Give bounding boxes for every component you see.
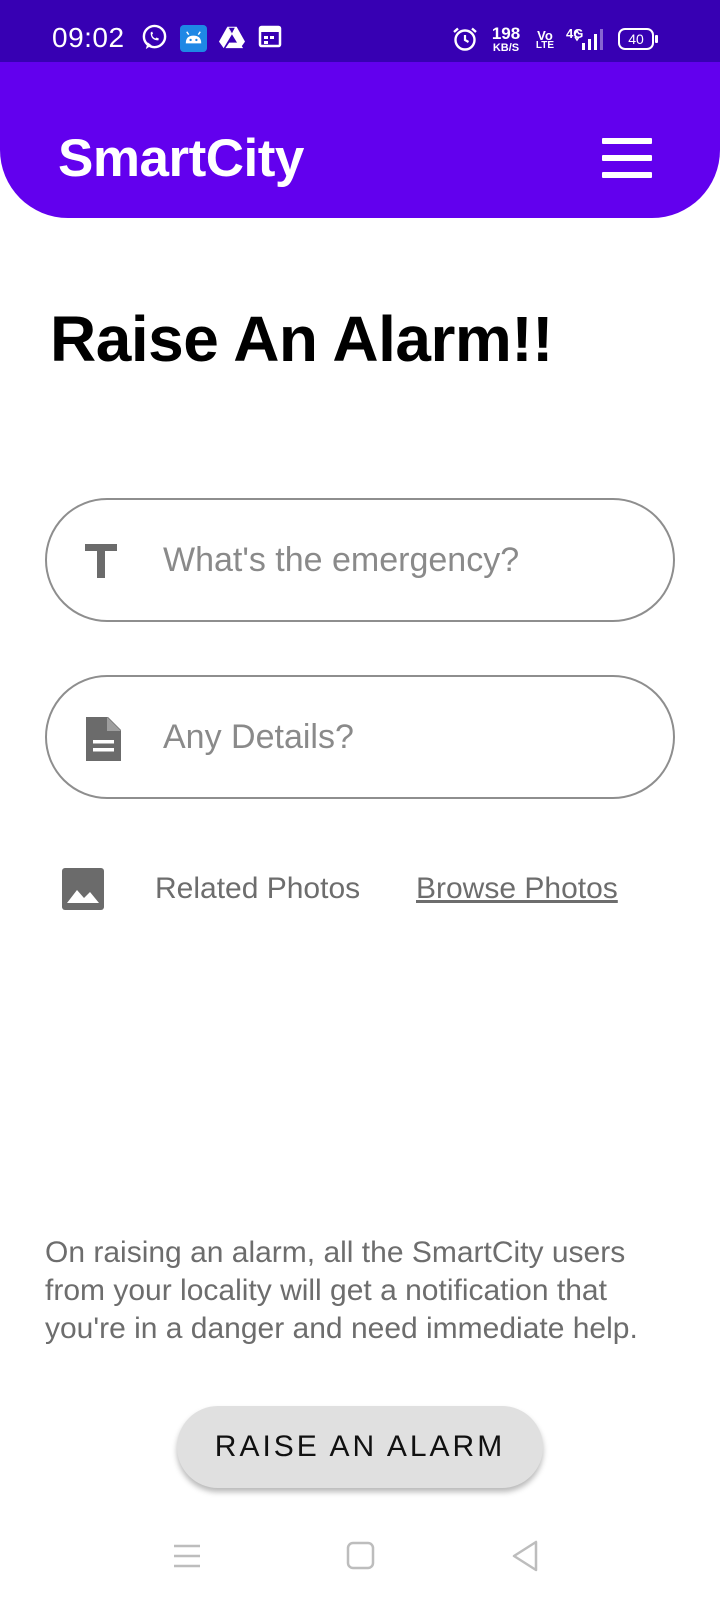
calendar-icon xyxy=(258,25,282,48)
raise-alarm-button[interactable]: RAISE AN ALARM xyxy=(177,1406,543,1488)
net-speed-unit: KB/S xyxy=(492,42,520,54)
signal-icon xyxy=(574,29,603,50)
emergency-field[interactable] xyxy=(45,498,675,622)
app-title: SmartCity xyxy=(58,129,304,188)
back-button[interactable] xyxy=(500,1532,560,1582)
related-photos-label: Related Photos xyxy=(155,872,361,905)
volte-bottom: LTE xyxy=(535,40,555,51)
image-icon xyxy=(62,868,104,910)
emergency-input[interactable] xyxy=(163,530,643,590)
android-app-icon xyxy=(180,25,207,52)
whatsapp-icon xyxy=(142,24,167,50)
status-time: 09:02 xyxy=(52,22,125,53)
net-speed-value: 198 xyxy=(491,24,521,43)
status-bar: 09:02 198 KB/S Vo LTE 4G 40 xyxy=(0,0,720,62)
battery-icon: 40 xyxy=(618,28,654,50)
recents-icon xyxy=(174,1544,200,1568)
text-format-icon xyxy=(85,544,117,578)
system-nav-bar xyxy=(0,1510,720,1600)
details-input[interactable] xyxy=(163,707,643,767)
drive-icon xyxy=(219,26,245,49)
app-bar: SmartCity xyxy=(0,62,720,218)
document-icon xyxy=(86,717,121,761)
home-button[interactable] xyxy=(330,1532,390,1582)
alarm-info-text: On raising an alarm, all the SmartCity u… xyxy=(45,1236,638,1345)
recents-button[interactable] xyxy=(157,1532,217,1582)
alarm-clock-icon xyxy=(453,27,477,51)
battery-tip xyxy=(655,35,658,43)
menu-button[interactable] xyxy=(596,136,658,188)
details-field[interactable] xyxy=(45,675,675,799)
battery-level: 40 xyxy=(628,31,644,47)
browse-photos-link[interactable]: Browse Photos xyxy=(416,872,618,906)
home-icon xyxy=(346,1541,375,1570)
page-title: Raise An Alarm!! xyxy=(50,303,553,375)
back-icon xyxy=(512,1540,538,1572)
